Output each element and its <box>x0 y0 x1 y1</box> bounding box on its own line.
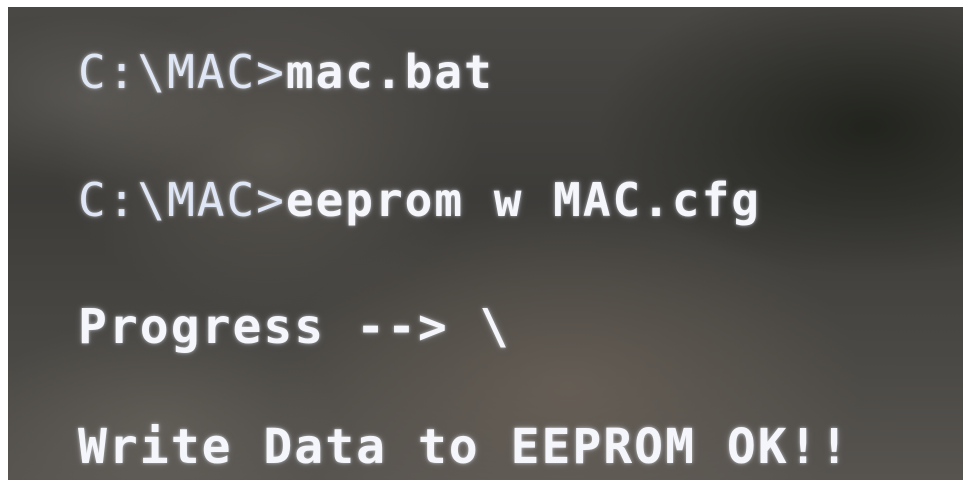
console-screen: C:\MAC>mac.bat C:\MAC>eeprom w MAC.cfg P… <box>8 7 963 480</box>
progress-line: Progress --> \ <box>78 299 511 355</box>
prompt: C:\MAC> <box>78 173 286 227</box>
command-text: eeprom w MAC.cfg <box>285 173 761 227</box>
terminal-line-command-eeprom: C:\MAC>eeprom w MAC.cfg <box>78 177 761 223</box>
command-text: mac.bat <box>285 45 494 99</box>
status-message: Write Data to EEPROM OK!! <box>78 419 851 475</box>
terminal-line-command-mac-bat: C:\MAC>mac.bat <box>78 49 494 95</box>
prompt: C:\MAC> <box>78 45 286 99</box>
